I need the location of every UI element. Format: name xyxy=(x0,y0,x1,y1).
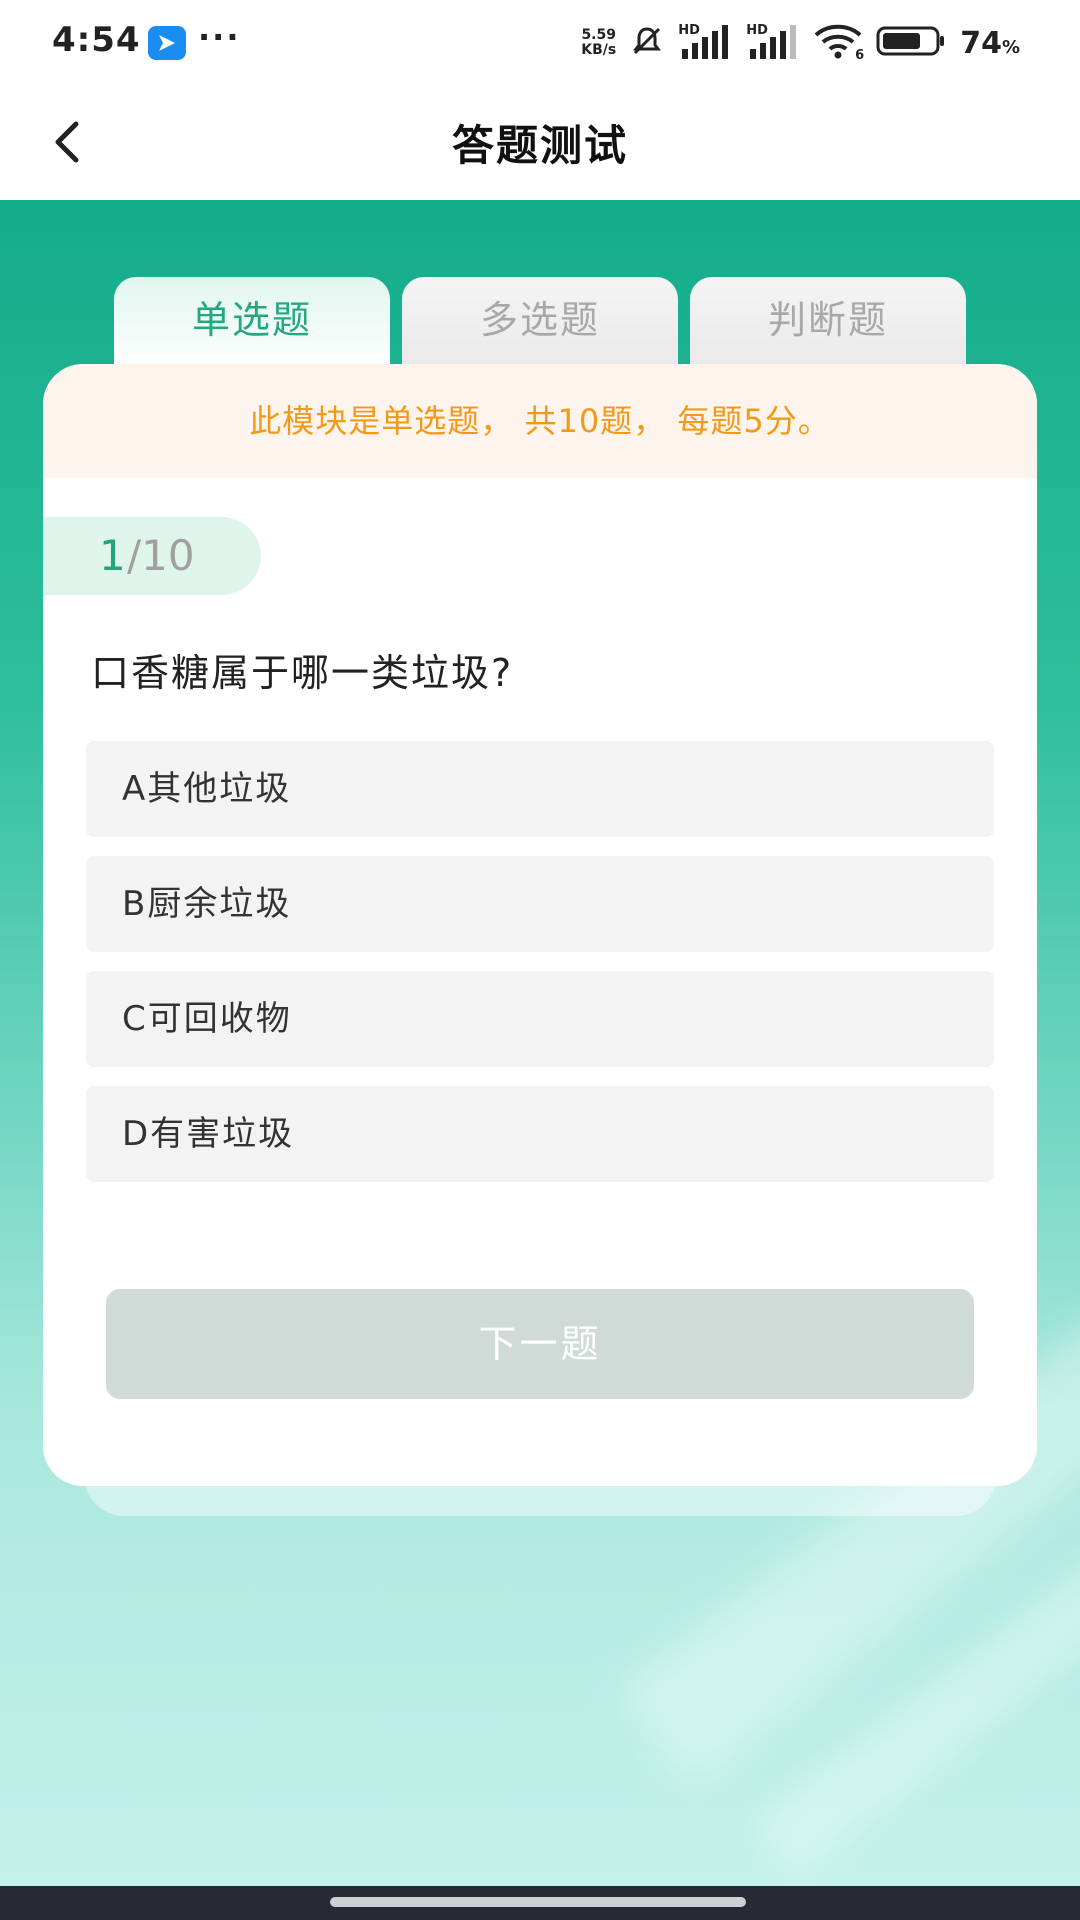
cell-signal-icon: HD xyxy=(678,23,732,63)
option-label: A其他垃圾 xyxy=(122,769,292,809)
tab-single-choice[interactable]: 单选题 xyxy=(114,277,390,373)
option-a[interactable]: A其他垃圾 xyxy=(86,741,994,837)
option-d[interactable]: D有害垃圾 xyxy=(86,1086,994,1182)
status-time: 4:54 xyxy=(52,20,141,60)
progress-current: 1 xyxy=(99,531,126,580)
cell-signal-2-icon: HD xyxy=(746,23,800,63)
tab-multiple-choice[interactable]: 多选题 xyxy=(402,277,678,373)
status-icons: 5.59 KB/s HD HD 6 74% xyxy=(581,18,1020,68)
system-nav-bar xyxy=(0,1886,1080,1920)
option-label: D有害垃圾 xyxy=(122,1114,295,1154)
more-notifications-icon: ··· xyxy=(198,18,241,56)
tab-true-false[interactable]: 判断题 xyxy=(690,277,966,373)
app-header: 答题测试 xyxy=(0,86,1080,200)
wifi-icon: 6 xyxy=(814,23,864,63)
progress-total: /10 xyxy=(127,531,195,580)
network-speed: 5.59 KB/s xyxy=(581,27,617,58)
option-c[interactable]: C可回收物 xyxy=(86,971,994,1067)
battery-icon xyxy=(876,24,946,62)
status-bar: 4:54 ··· 5.59 KB/s HD HD 6 74% xyxy=(0,0,1080,86)
question-type-tabs: 单选题 多选题 判断题 xyxy=(114,277,966,373)
quiz-card: 此模块是单选题， 共10题， 每题5分。 1 /10 口香糖属于哪一类垃圾? A… xyxy=(43,364,1037,1486)
option-label: B厨余垃圾 xyxy=(122,884,292,924)
battery-percent: 74% xyxy=(960,25,1020,61)
next-question-button[interactable]: 下一题 xyxy=(106,1289,974,1399)
module-notice: 此模块是单选题， 共10题， 每题5分。 xyxy=(43,364,1037,478)
app-notification-icon xyxy=(148,26,186,60)
mute-bell-icon xyxy=(630,24,664,62)
page-title: 答题测试 xyxy=(451,121,628,170)
option-b[interactable]: B厨余垃圾 xyxy=(86,856,994,952)
question-text: 口香糖属于哪一类垃圾? xyxy=(91,651,514,695)
home-indicator[interactable] xyxy=(330,1897,746,1907)
option-label: C可回收物 xyxy=(122,999,292,1039)
question-progress: 1 /10 xyxy=(43,517,261,595)
